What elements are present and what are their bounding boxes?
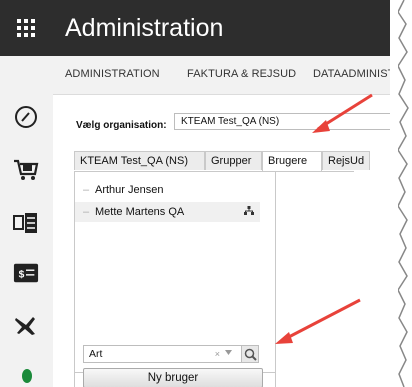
annotation-arrow [282, 298, 361, 342]
annotation-arrowhead [275, 332, 293, 344]
app-frame: $ Administration ADMINISTRATION FAKTURA … [0, 0, 398, 387]
annotation-arrows [275, 93, 373, 344]
